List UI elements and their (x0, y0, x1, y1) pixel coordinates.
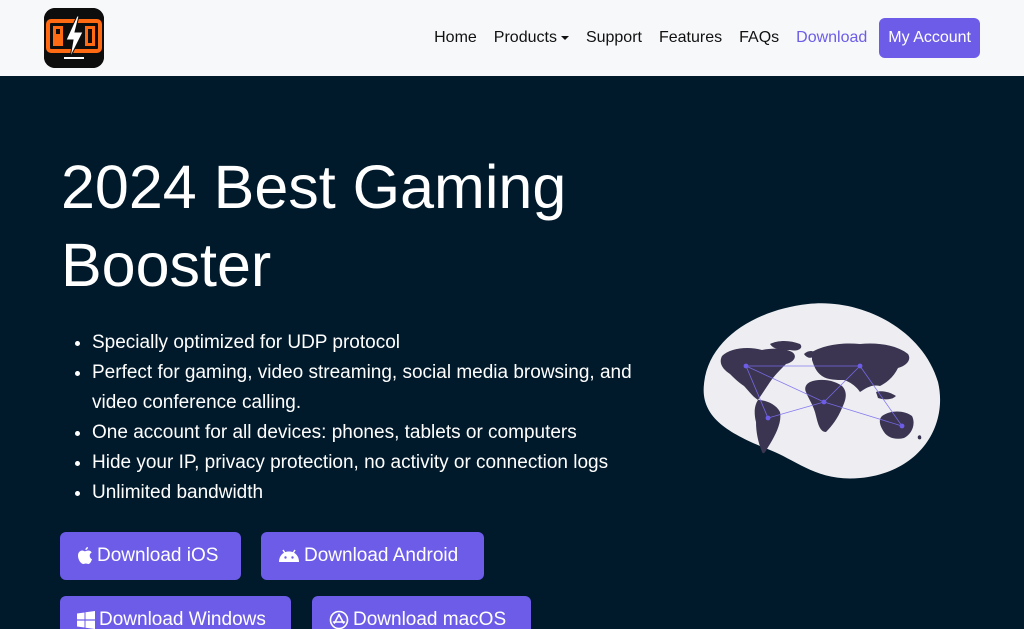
world-map-icon (700, 300, 944, 484)
nav-products[interactable]: Products (494, 29, 569, 47)
windows-icon (77, 611, 95, 629)
feature-item: Specially optimized for UDP protocol (92, 328, 662, 358)
download-android-button[interactable]: Download Android (261, 532, 484, 580)
nav-download[interactable]: Download (796, 29, 867, 47)
site-header: Home Products Support Features FAQs Down… (0, 0, 1024, 76)
page-title: 2024 Best Gaming Booster (61, 153, 567, 299)
download-windows-button[interactable]: Download Windows (60, 596, 291, 629)
download-android-label: Download Android (304, 545, 459, 566)
apple-icon (78, 547, 92, 564)
my-account-button[interactable]: My Account (879, 18, 980, 58)
nav-products-label: Products (493, 29, 557, 46)
nav-faqs[interactable]: FAQs (739, 29, 779, 47)
feature-item: Hide your IP, privacy protection, no act… (92, 448, 662, 478)
app-store-icon (329, 610, 349, 629)
download-windows-label: Download Windows (99, 609, 266, 629)
nav-support[interactable]: Support (586, 29, 642, 47)
feature-item: One account for all devices: phones, tab… (92, 418, 662, 448)
feature-list: Specially optimized for UDP protocol Per… (92, 328, 662, 508)
download-macos-button[interactable]: Download macOS (312, 596, 531, 629)
nav-home[interactable]: Home (434, 29, 477, 47)
main-nav: Home Products Support Features FAQs Down… (434, 18, 980, 58)
pubg-booster-logo-icon[interactable] (44, 8, 104, 68)
caret-down-icon (560, 36, 569, 40)
download-macos-label: Download macOS (353, 609, 507, 629)
download-ios-button[interactable]: Download iOS (60, 532, 241, 580)
feature-item: Perfect for gaming, video streaming, soc… (92, 358, 662, 418)
download-ios-label: Download iOS (97, 545, 219, 566)
feature-item: Unlimited bandwidth (92, 478, 662, 508)
nav-features[interactable]: Features (659, 29, 722, 47)
android-icon (279, 549, 299, 562)
